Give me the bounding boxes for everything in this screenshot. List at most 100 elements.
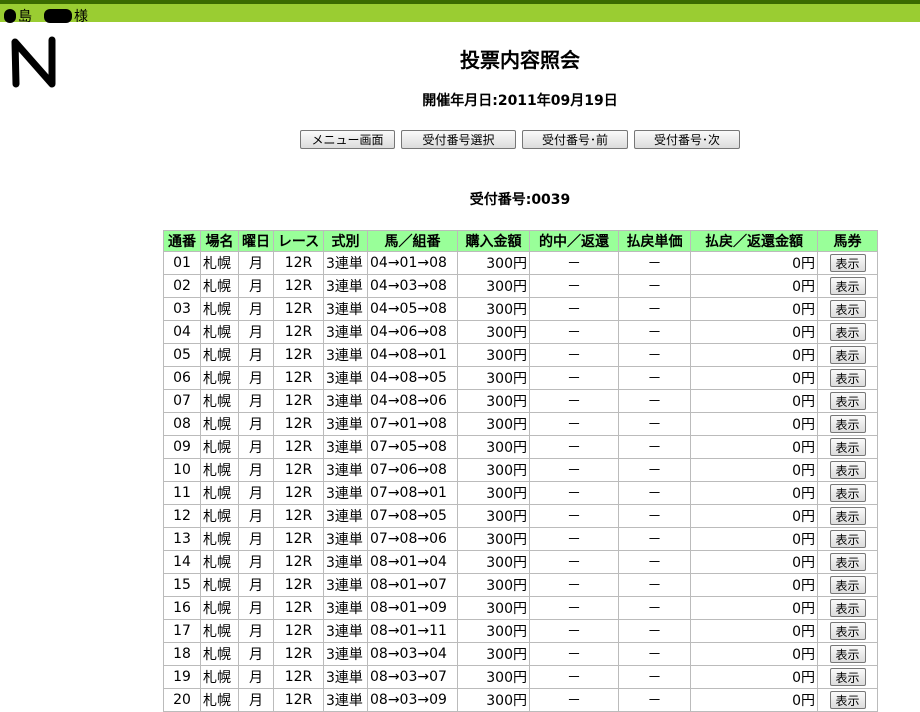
cell-ticket: 表示 [817, 366, 878, 390]
cell-weekday: 月 [238, 573, 274, 597]
cell-combination: 08→03→09 [367, 688, 458, 712]
cell-bet-type: 3連単 [323, 642, 368, 666]
cell-weekday: 月 [238, 481, 274, 505]
page-title: 投票内容照会 [460, 48, 580, 72]
show-ticket-button[interactable]: 表示 [829, 438, 866, 456]
show-ticket-button[interactable]: 表示 [829, 576, 866, 594]
cell-bet-type: 3連単 [323, 665, 368, 689]
cell-hit-refund: － [529, 619, 619, 643]
cell-race: 12R [273, 481, 324, 505]
cell-hit-refund: － [529, 389, 619, 413]
cell-race: 12R [273, 435, 324, 459]
cell-payout-unit: － [618, 274, 691, 298]
cell-payout-unit: － [618, 320, 691, 344]
cell-weekday: 月 [238, 389, 274, 413]
cell-hit-refund: － [529, 688, 619, 712]
header-race: レース [273, 230, 324, 252]
cell-weekday: 月 [238, 665, 274, 689]
cell-race: 12R [273, 504, 324, 528]
table-row: 07 札幌月 12R 3連単 04→08→06 300円－－ 0円 表示 [163, 389, 878, 413]
cell-ticket: 表示 [817, 481, 878, 505]
show-ticket-button[interactable]: 表示 [829, 530, 866, 548]
cell-race: 12R [273, 297, 324, 321]
header-weekday: 曜日 [238, 230, 274, 252]
cell-payout-amount: 0円 [690, 527, 818, 551]
show-ticket-button[interactable]: 表示 [829, 415, 866, 433]
cell-payout-unit: － [618, 504, 691, 528]
cell-payout-unit: － [618, 481, 691, 505]
cell-bet-type: 3連単 [323, 458, 368, 482]
cell-race: 12R [273, 389, 324, 413]
cell-combination: 04→08→01 [367, 343, 458, 367]
cell-bet-type: 3連単 [323, 688, 368, 712]
cell-weekday: 月 [238, 642, 274, 666]
cell-ticket: 表示 [817, 619, 878, 643]
cell-hit-refund: － [529, 481, 619, 505]
table-row: 17 札幌月 12R 3連単 08→01→11 300円－－ 0円 表示 [163, 619, 878, 643]
show-ticket-button[interactable]: 表示 [829, 484, 866, 502]
cell-ticket: 表示 [817, 274, 878, 298]
select-receipt-button[interactable]: 受付番号選択 [401, 130, 516, 149]
show-ticket-button[interactable]: 表示 [829, 691, 866, 709]
cell-ticket: 表示 [817, 297, 878, 321]
prev-receipt-button[interactable]: 受付番号･前 [522, 130, 628, 149]
cell-purchase-amount: 300円 [457, 320, 530, 344]
header-payout-unit: 払戻単価 [618, 230, 691, 252]
cell-race: 12R [273, 527, 324, 551]
cell-payout-amount: 0円 [690, 251, 818, 275]
cell-bet-type: 3連単 [323, 320, 368, 344]
cell-bet-type: 3連単 [323, 274, 368, 298]
show-ticket-button[interactable]: 表示 [829, 668, 866, 686]
show-ticket-button[interactable]: 表示 [829, 323, 866, 341]
next-receipt-button[interactable]: 受付番号･次 [634, 130, 740, 149]
cell-serial: 19 [163, 665, 201, 689]
cell-payout-amount: 0円 [690, 343, 818, 367]
table-row: 19 札幌月 12R 3連単 08→03→07 300円－－ 0円 表示 [163, 665, 878, 689]
cell-ticket: 表示 [817, 458, 878, 482]
show-ticket-button[interactable]: 表示 [829, 461, 866, 479]
cell-hit-refund: － [529, 527, 619, 551]
cell-payout-amount: 0円 [690, 274, 818, 298]
table-row: 04 札幌月 12R 3連単 04→06→08 300円－－ 0円 表示 [163, 320, 878, 344]
cell-payout-amount: 0円 [690, 297, 818, 321]
cell-venue: 札幌 [200, 458, 239, 482]
show-ticket-button[interactable]: 表示 [829, 277, 866, 295]
cell-venue: 札幌 [200, 297, 239, 321]
cell-combination: 07→08→05 [367, 504, 458, 528]
cell-payout-unit: － [618, 619, 691, 643]
cell-payout-amount: 0円 [690, 665, 818, 689]
cell-hit-refund: － [529, 251, 619, 275]
show-ticket-button[interactable]: 表示 [829, 392, 866, 410]
cell-serial: 10 [163, 458, 201, 482]
show-ticket-button[interactable]: 表示 [829, 300, 866, 318]
cell-payout-unit: － [618, 458, 691, 482]
cell-venue: 札幌 [200, 251, 239, 275]
cell-weekday: 月 [238, 297, 274, 321]
cell-venue: 札幌 [200, 481, 239, 505]
cell-serial: 02 [163, 274, 201, 298]
table-row: 08 札幌月 12R 3連単 07→01→08 300円－－ 0円 表示 [163, 412, 878, 436]
cell-race: 12R [273, 550, 324, 574]
cell-serial: 03 [163, 297, 201, 321]
show-ticket-button[interactable]: 表示 [829, 254, 866, 272]
show-ticket-button[interactable]: 表示 [829, 622, 866, 640]
table-row: 11 札幌月 12R 3連単 07→08→01 300円－－ 0円 表示 [163, 481, 878, 505]
cell-race: 12R [273, 688, 324, 712]
cell-payout-amount: 0円 [690, 481, 818, 505]
show-ticket-button[interactable]: 表示 [829, 599, 866, 617]
cell-bet-type: 3連単 [323, 550, 368, 574]
show-ticket-button[interactable]: 表示 [829, 369, 866, 387]
cell-bet-type: 3連単 [323, 504, 368, 528]
cell-payout-unit: － [618, 297, 691, 321]
cell-bet-type: 3連単 [323, 366, 368, 390]
cell-payout-unit: － [618, 550, 691, 574]
cell-weekday: 月 [238, 435, 274, 459]
user-name: 島 様 [4, 6, 88, 26]
show-ticket-button[interactable]: 表示 [829, 346, 866, 364]
show-ticket-button[interactable]: 表示 [829, 645, 866, 663]
cell-payout-unit: － [618, 251, 691, 275]
cell-venue: 札幌 [200, 343, 239, 367]
menu-button[interactable]: メニュー画面 [300, 130, 395, 149]
show-ticket-button[interactable]: 表示 [829, 507, 866, 525]
show-ticket-button[interactable]: 表示 [829, 553, 866, 571]
